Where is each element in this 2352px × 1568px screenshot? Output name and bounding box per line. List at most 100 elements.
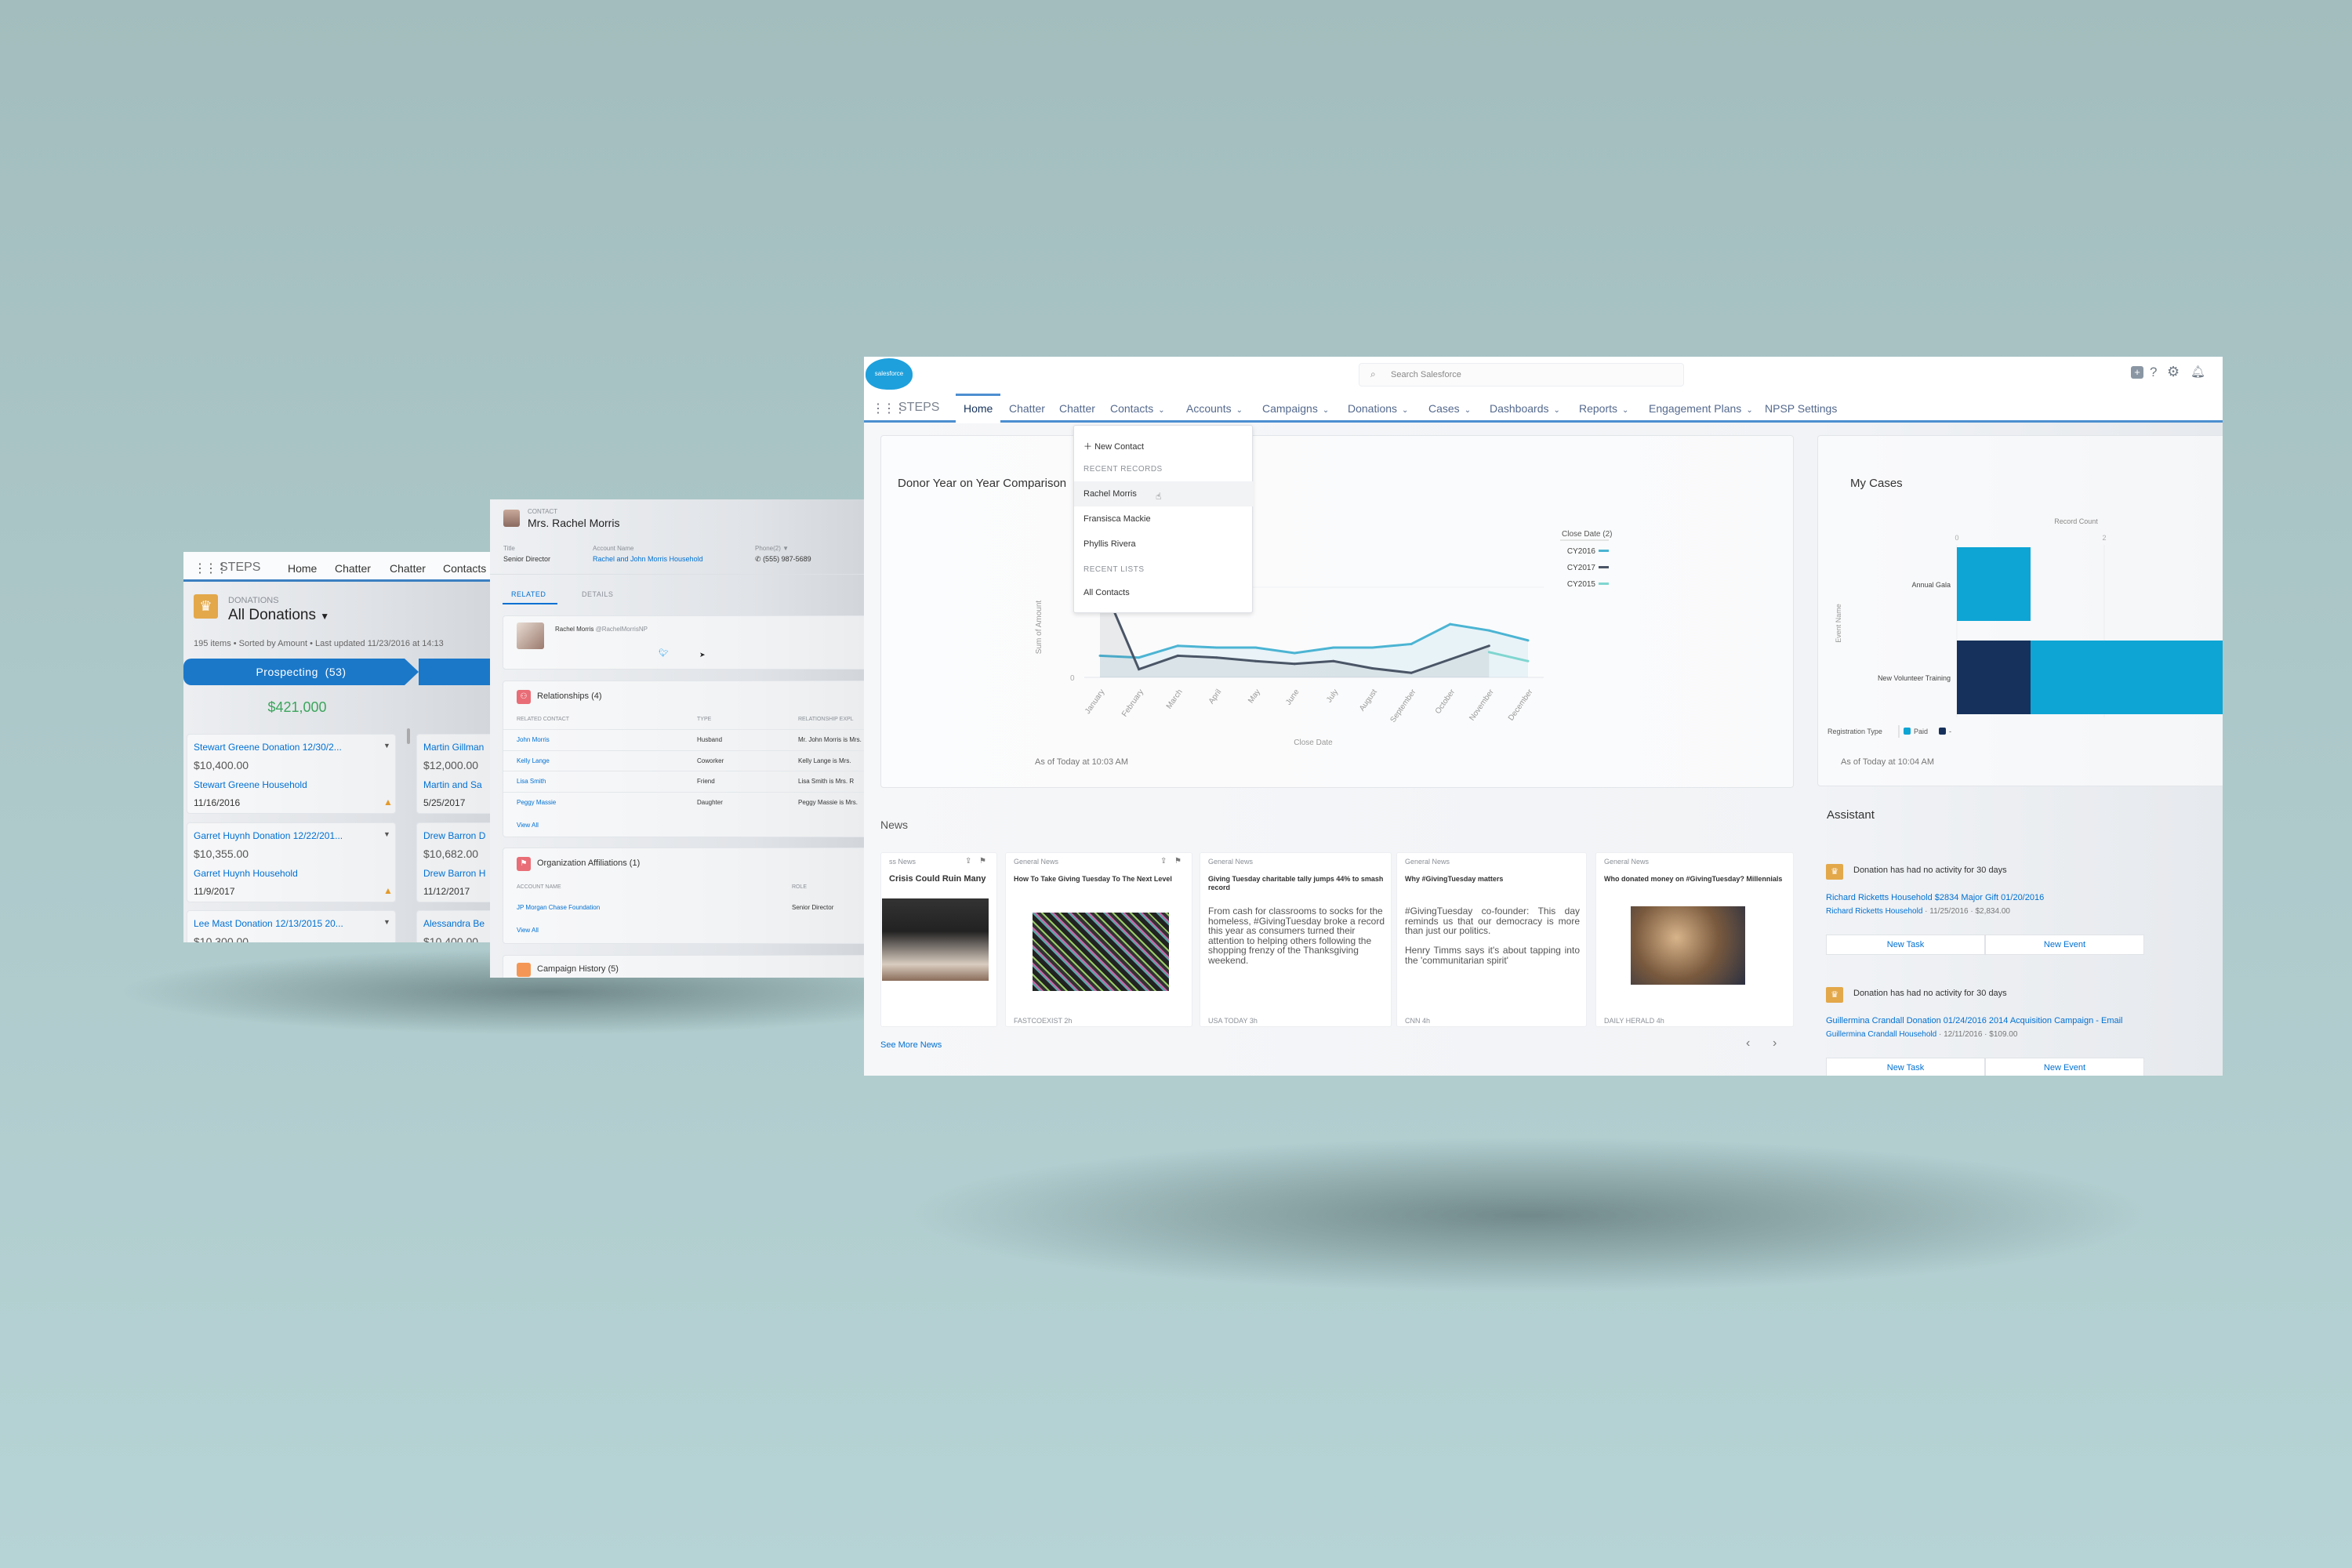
add-icon[interactable]: + [2131,366,2143,379]
object-label: DONATIONS [228,596,279,605]
card-menu-icon[interactable]: ▼ [383,742,390,750]
nav-chatter[interactable]: Chatter [335,562,371,575]
donation-account[interactable]: Drew Barron H [423,868,485,879]
data-point-CY2016 [1254,646,1258,649]
donation-account[interactable]: Martin and Sa [423,779,482,790]
donation-card[interactable]: Stewart Greene Donation 12/30/2... ▼ $10… [187,734,396,814]
stage-next[interactable] [419,659,491,685]
see-more-news-link[interactable]: See More News [880,1040,942,1050]
column-header: RELATED CONTACT [517,717,570,722]
list-view-selector[interactable]: All Donations ▼ [228,607,329,624]
donations-crown-icon: ♛ [194,594,218,619]
donation-name[interactable]: Drew Barron D [423,830,485,841]
flag-icon[interactable]: ⚑ [979,857,986,866]
assistant-record-link[interactable]: Guillermina Crandall Donation 01/24/2016… [1826,1016,2123,1025]
view-all-link[interactable]: View All [517,927,539,934]
relationship-type: Coworker [697,757,724,764]
notifications-bell-icon[interactable]: 🔔︎ [2190,365,2205,379]
new-task-button[interactable]: New Task [1826,1058,1985,1076]
stage-prospecting[interactable]: Prospecting (53) [183,659,419,685]
nav-chatter-2[interactable]: Chatter [390,562,426,575]
recent-list-item[interactable]: All Contacts [1083,588,1130,597]
help-icon[interactable]: ? [2150,365,2157,380]
nav-home[interactable]: Home [288,562,317,575]
bar-Paid[interactable] [2031,641,2223,714]
donation-crown-icon: ♛ [1826,987,1843,1003]
previous-news-button[interactable]: ‹ [1746,1036,1750,1051]
news-headline[interactable]: Who donated money on #GivingTuesday? Mil… [1604,875,1790,884]
relationship-explanation: Peggy Massie is Mrs. [798,799,858,806]
news-body: #GivingTuesday co-founder: This day remi… [1405,906,1580,966]
phone-field-selector[interactable]: Phone(2) ▼ [755,545,789,552]
donation-card[interactable]: Drew Barron D $10,682.00 Drew Barron H 1… [416,822,491,902]
flag-icon[interactable]: ⚑ [1174,857,1181,866]
nav-contacts[interactable]: Contacts [443,562,486,575]
next-news-button[interactable]: › [1773,1036,1777,1051]
view-all-link[interactable]: View All [517,822,539,829]
donation-name[interactable]: Lee Mast Donation 12/13/2015 20... [194,918,343,929]
donation-name[interactable]: Martin Gillman [423,742,484,753]
campaign-history-title[interactable]: Campaign History (5) [537,964,619,974]
recent-record-item[interactable]: Phyllis Rivera [1083,539,1136,549]
news-category: General News [1208,858,1254,866]
share-icon[interactable]: ⇪ [1160,857,1167,866]
news-headline[interactable]: Giving Tuesday charitable tally jumps 44… [1208,875,1388,892]
news-headline[interactable]: How To Take Giving Tuesday To The Next L… [1014,875,1189,884]
new-event-button[interactable]: New Event [1985,935,2144,955]
donation-card[interactable]: Alessandra Be $10,400.00 [416,910,491,942]
affiliations-title[interactable]: Organization Affiliations (1) [537,858,640,868]
related-contact-link[interactable]: Peggy Massie [517,799,556,806]
new-event-button[interactable]: New Event [1985,1058,2144,1076]
phone-value[interactable]: ✆ (555) 987-5689 [755,555,811,564]
donation-account[interactable]: Stewart Greene Household [194,779,307,790]
news-image [1631,906,1745,985]
recent-record-item[interactable]: Fransisca Mackie [1083,514,1151,524]
legend-swatch [1599,550,1609,552]
account-link[interactable]: Rachel and John Morris Household [593,555,703,563]
scrollbar[interactable] [407,728,410,744]
news-headline[interactable]: Crisis Could Ruin Many [889,875,993,884]
donation-name[interactable]: Alessandra Be [423,918,485,929]
tab-related[interactable]: RELATED [511,590,546,598]
donation-name[interactable]: Garret Huynh Donation 12/22/201... [194,830,343,841]
recent-lists-heading: RECENT LISTS [1083,565,1145,574]
donation-name[interactable]: Stewart Greene Donation 12/30/2... [194,742,342,753]
setup-gear-icon[interactable]: ⚙ [2167,364,2180,380]
relationship-explanation: Lisa Smith is Mrs. R [798,778,855,785]
assistant-account-link[interactable]: Guillermina Crandall Household [1826,1030,1936,1039]
recent-record-item[interactable]: Rachel Morris [1083,489,1137,499]
related-contact-link[interactable]: Kelly Lange [517,757,550,764]
card-menu-icon[interactable]: ▼ [383,830,390,838]
tab-details[interactable]: DETAILS [582,590,613,598]
donation-card[interactable]: Lee Mast Donation 12/13/2015 20... ▼ $10… [187,910,396,942]
twitter-bird-icon[interactable]: 🐦︎ [659,649,669,658]
assistant-account-link[interactable]: Richard Ricketts Household [1826,907,1922,916]
relationships-title[interactable]: Relationships (4) [537,691,602,701]
bar--[interactable] [1957,641,2031,714]
donation-amount: $10,355.00 [194,848,249,860]
new-task-button[interactable]: New Task [1826,935,1985,955]
related-contact-link[interactable]: John Morris [517,736,550,743]
column-header: ACCOUNT NAME [517,884,561,890]
donation-card[interactable]: Garret Huynh Donation 12/22/201... ▼ $10… [187,822,396,902]
news-card[interactable]: General News Why #GivingTuesday matters #G… [1396,852,1587,1027]
row-divider [503,729,864,730]
new-contact-item[interactable]: ＋ New Contact [1083,440,1144,452]
field-value-title: Senior Director [503,555,551,563]
x-tick-label: February [1120,688,1145,718]
data-point-CY2016 [1215,646,1218,649]
news-card[interactable]: General News Who donated money on #Giving… [1595,852,1794,1027]
news-card[interactable]: General News ⇪ ⚑ How To Take Giving Tuesday… [1005,852,1192,1027]
news-card[interactable]: General News Giving Tuesday charitable ta… [1200,852,1392,1027]
assistant-record-link[interactable]: Richard Ricketts Household $2834 Major G… [1826,893,2044,902]
related-contact-link[interactable]: Lisa Smith [517,778,546,785]
news-headline[interactable]: Why #GivingTuesday matters [1405,875,1583,884]
bar-Paid[interactable] [1957,547,2031,621]
affiliation-account[interactable]: JP Morgan Chase Foundation [517,904,600,911]
news-card[interactable]: ss News ⇪ ⚑ Crisis Could Ruin Many [880,852,997,1027]
card-menu-icon[interactable]: ▼ [383,918,390,926]
legend-title: Registration Type [1828,728,1882,735]
share-icon[interactable]: ⇪ [965,857,971,866]
donation-card[interactable]: Martin Gillman $12,000.00 Martin and Sa … [416,734,491,814]
donation-account[interactable]: Garret Huynh Household [194,868,298,879]
